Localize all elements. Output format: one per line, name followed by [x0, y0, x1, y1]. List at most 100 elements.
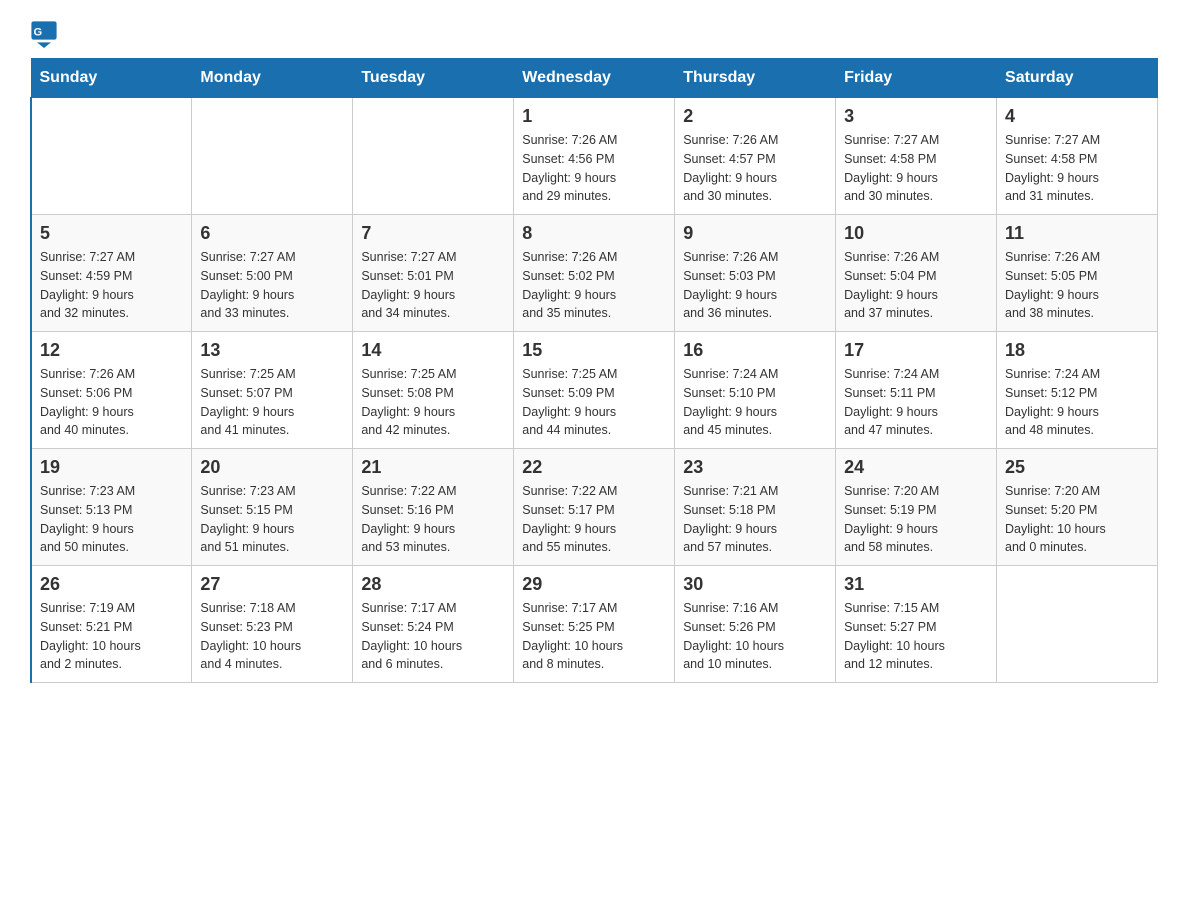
day-number: 12 [40, 340, 183, 361]
day-info: Sunrise: 7:26 AM Sunset: 5:02 PM Dayligh… [522, 248, 666, 323]
calendar-cell: 1 Sunrise: 7:26 AM Sunset: 4:56 PM Daylig… [514, 98, 675, 215]
day-info: Sunrise: 7:26 AM Sunset: 4:56 PM Dayligh… [522, 131, 666, 206]
day-number: 24 [844, 457, 988, 478]
day-info: Sunrise: 7:18 AM Sunset: 5:23 PM Dayligh… [200, 599, 344, 674]
day-info: Sunrise: 7:27 AM Sunset: 4:59 PM Dayligh… [40, 248, 183, 323]
calendar-cell: 23 Sunrise: 7:21 AM Sunset: 5:18 PM Dayli… [675, 449, 836, 566]
day-number: 31 [844, 574, 988, 595]
day-info: Sunrise: 7:16 AM Sunset: 5:26 PM Dayligh… [683, 599, 827, 674]
calendar-cell [353, 98, 514, 215]
calendar-cell [192, 98, 353, 215]
day-number: 22 [522, 457, 666, 478]
day-info: Sunrise: 7:25 AM Sunset: 5:09 PM Dayligh… [522, 365, 666, 440]
calendar-cell: 13 Sunrise: 7:25 AM Sunset: 5:07 PM Dayli… [192, 332, 353, 449]
calendar-cell: 20 Sunrise: 7:23 AM Sunset: 5:15 PM Dayli… [192, 449, 353, 566]
calendar-cell: 2Sunrise: 7:26 AM Sunset: 4:57 PM Daylig… [675, 98, 836, 215]
day-info: Sunrise: 7:26 AM Sunset: 5:05 PM Dayligh… [1005, 248, 1149, 323]
weekday-header-row: SundayMondayTuesdayWednesdayThursdayFrid… [31, 59, 1158, 98]
day-number: 1 [522, 106, 666, 127]
weekday-header-wednesday: Wednesday [514, 59, 675, 98]
calendar-header: SundayMondayTuesdayWednesdayThursdayFrid… [31, 59, 1158, 98]
day-info: Sunrise: 7:21 AM Sunset: 5:18 PM Dayligh… [683, 482, 827, 557]
day-number: 23 [683, 457, 827, 478]
calendar-cell: 5 Sunrise: 7:27 AM Sunset: 4:59 PM Daylig… [31, 215, 192, 332]
day-info: Sunrise: 7:24 AM Sunset: 5:10 PM Dayligh… [683, 365, 827, 440]
weekday-header-sunday: Sunday [31, 59, 192, 98]
day-info: Sunrise: 7:26 AM Sunset: 5:04 PM Dayligh… [844, 248, 988, 323]
day-number: 26 [40, 574, 183, 595]
day-number: 6 [200, 223, 344, 244]
calendar-cell: 26 Sunrise: 7:19 AM Sunset: 5:21 PM Dayli… [31, 566, 192, 683]
calendar-cell [997, 566, 1158, 683]
day-info: Sunrise: 7:24 AM Sunset: 5:11 PM Dayligh… [844, 365, 988, 440]
day-info: Sunrise: 7:27 AM Sunset: 4:58 PM Dayligh… [844, 131, 988, 206]
day-info: Sunrise: 7:22 AM Sunset: 5:17 PM Dayligh… [522, 482, 666, 557]
day-number: 18 [1005, 340, 1149, 361]
day-info: Sunrise: 7:23 AM Sunset: 5:15 PM Dayligh… [200, 482, 344, 557]
calendar-cell: 28 Sunrise: 7:17 AM Sunset: 5:24 PM Dayli… [353, 566, 514, 683]
day-number: 14 [361, 340, 505, 361]
calendar-cell: 18 Sunrise: 7:24 AM Sunset: 5:12 PM Dayli… [997, 332, 1158, 449]
calendar-cell: 4 Sunrise: 7:27 AM Sunset: 4:58 PM Daylig… [997, 98, 1158, 215]
day-info: Sunrise: 7:17 AM Sunset: 5:24 PM Dayligh… [361, 599, 505, 674]
calendar-cell: 11 Sunrise: 7:26 AM Sunset: 5:05 PM Dayli… [997, 215, 1158, 332]
weekday-header-friday: Friday [836, 59, 997, 98]
day-info: Sunrise: 7:20 AM Sunset: 5:19 PM Dayligh… [844, 482, 988, 557]
day-number: 11 [1005, 223, 1149, 244]
calendar-cell: 8Sunrise: 7:26 AM Sunset: 5:02 PM Daylig… [514, 215, 675, 332]
day-info: Sunrise: 7:17 AM Sunset: 5:25 PM Dayligh… [522, 599, 666, 674]
day-number: 3 [844, 106, 988, 127]
day-info: Sunrise: 7:23 AM Sunset: 5:13 PM Dayligh… [40, 482, 183, 557]
day-info: Sunrise: 7:25 AM Sunset: 5:08 PM Dayligh… [361, 365, 505, 440]
calendar-week-row: 26 Sunrise: 7:19 AM Sunset: 5:21 PM Dayli… [31, 566, 1158, 683]
day-number: 19 [40, 457, 183, 478]
day-number: 5 [40, 223, 183, 244]
calendar-cell [31, 98, 192, 215]
calendar-table: SundayMondayTuesdayWednesdayThursdayFrid… [30, 58, 1158, 683]
calendar-cell: 31 Sunrise: 7:15 AM Sunset: 5:27 PM Dayli… [836, 566, 997, 683]
day-info: Sunrise: 7:26 AM Sunset: 5:03 PM Dayligh… [683, 248, 827, 323]
calendar-cell: 6Sunrise: 7:27 AM Sunset: 5:00 PM Daylig… [192, 215, 353, 332]
day-number: 10 [844, 223, 988, 244]
day-number: 30 [683, 574, 827, 595]
day-number: 9 [683, 223, 827, 244]
calendar-body: 1 Sunrise: 7:26 AM Sunset: 4:56 PM Daylig… [31, 98, 1158, 683]
calendar-week-row: 1 Sunrise: 7:26 AM Sunset: 4:56 PM Daylig… [31, 98, 1158, 215]
calendar-week-row: 5 Sunrise: 7:27 AM Sunset: 4:59 PM Daylig… [31, 215, 1158, 332]
day-number: 7 [361, 223, 505, 244]
calendar-cell: 12Sunrise: 7:26 AM Sunset: 5:06 PM Dayli… [31, 332, 192, 449]
day-info: Sunrise: 7:19 AM Sunset: 5:21 PM Dayligh… [40, 599, 183, 674]
day-number: 4 [1005, 106, 1149, 127]
calendar-cell: 16 Sunrise: 7:24 AM Sunset: 5:10 PM Dayli… [675, 332, 836, 449]
calendar-cell: 3 Sunrise: 7:27 AM Sunset: 4:58 PM Daylig… [836, 98, 997, 215]
day-info: Sunrise: 7:25 AM Sunset: 5:07 PM Dayligh… [200, 365, 344, 440]
calendar-cell: 24 Sunrise: 7:20 AM Sunset: 5:19 PM Dayli… [836, 449, 997, 566]
day-number: 15 [522, 340, 666, 361]
calendar-cell: 25 Sunrise: 7:20 AM Sunset: 5:20 PM Dayli… [997, 449, 1158, 566]
day-number: 16 [683, 340, 827, 361]
day-number: 13 [200, 340, 344, 361]
calendar-week-row: 19 Sunrise: 7:23 AM Sunset: 5:13 PM Dayli… [31, 449, 1158, 566]
day-number: 25 [1005, 457, 1149, 478]
day-number: 27 [200, 574, 344, 595]
calendar-cell: 21 Sunrise: 7:22 AM Sunset: 5:16 PM Dayli… [353, 449, 514, 566]
day-number: 28 [361, 574, 505, 595]
calendar-cell: 30 Sunrise: 7:16 AM Sunset: 5:26 PM Dayli… [675, 566, 836, 683]
calendar-cell: 7 Sunrise: 7:27 AM Sunset: 5:01 PM Daylig… [353, 215, 514, 332]
day-info: Sunrise: 7:24 AM Sunset: 5:12 PM Dayligh… [1005, 365, 1149, 440]
logo: G [30, 20, 62, 48]
calendar-cell: 15 Sunrise: 7:25 AM Sunset: 5:09 PM Dayli… [514, 332, 675, 449]
day-number: 20 [200, 457, 344, 478]
calendar-cell: 14 Sunrise: 7:25 AM Sunset: 5:08 PM Dayli… [353, 332, 514, 449]
day-info: Sunrise: 7:26 AM Sunset: 4:57 PM Dayligh… [683, 131, 827, 206]
day-info: Sunrise: 7:22 AM Sunset: 5:16 PM Dayligh… [361, 482, 505, 557]
calendar-week-row: 12Sunrise: 7:26 AM Sunset: 5:06 PM Dayli… [31, 332, 1158, 449]
weekday-header-tuesday: Tuesday [353, 59, 514, 98]
day-info: Sunrise: 7:27 AM Sunset: 4:58 PM Dayligh… [1005, 131, 1149, 206]
calendar-cell: 9 Sunrise: 7:26 AM Sunset: 5:03 PM Daylig… [675, 215, 836, 332]
calendar-cell: 22 Sunrise: 7:22 AM Sunset: 5:17 PM Dayli… [514, 449, 675, 566]
day-info: Sunrise: 7:15 AM Sunset: 5:27 PM Dayligh… [844, 599, 988, 674]
day-number: 21 [361, 457, 505, 478]
day-info: Sunrise: 7:27 AM Sunset: 5:01 PM Dayligh… [361, 248, 505, 323]
day-info: Sunrise: 7:20 AM Sunset: 5:20 PM Dayligh… [1005, 482, 1149, 557]
